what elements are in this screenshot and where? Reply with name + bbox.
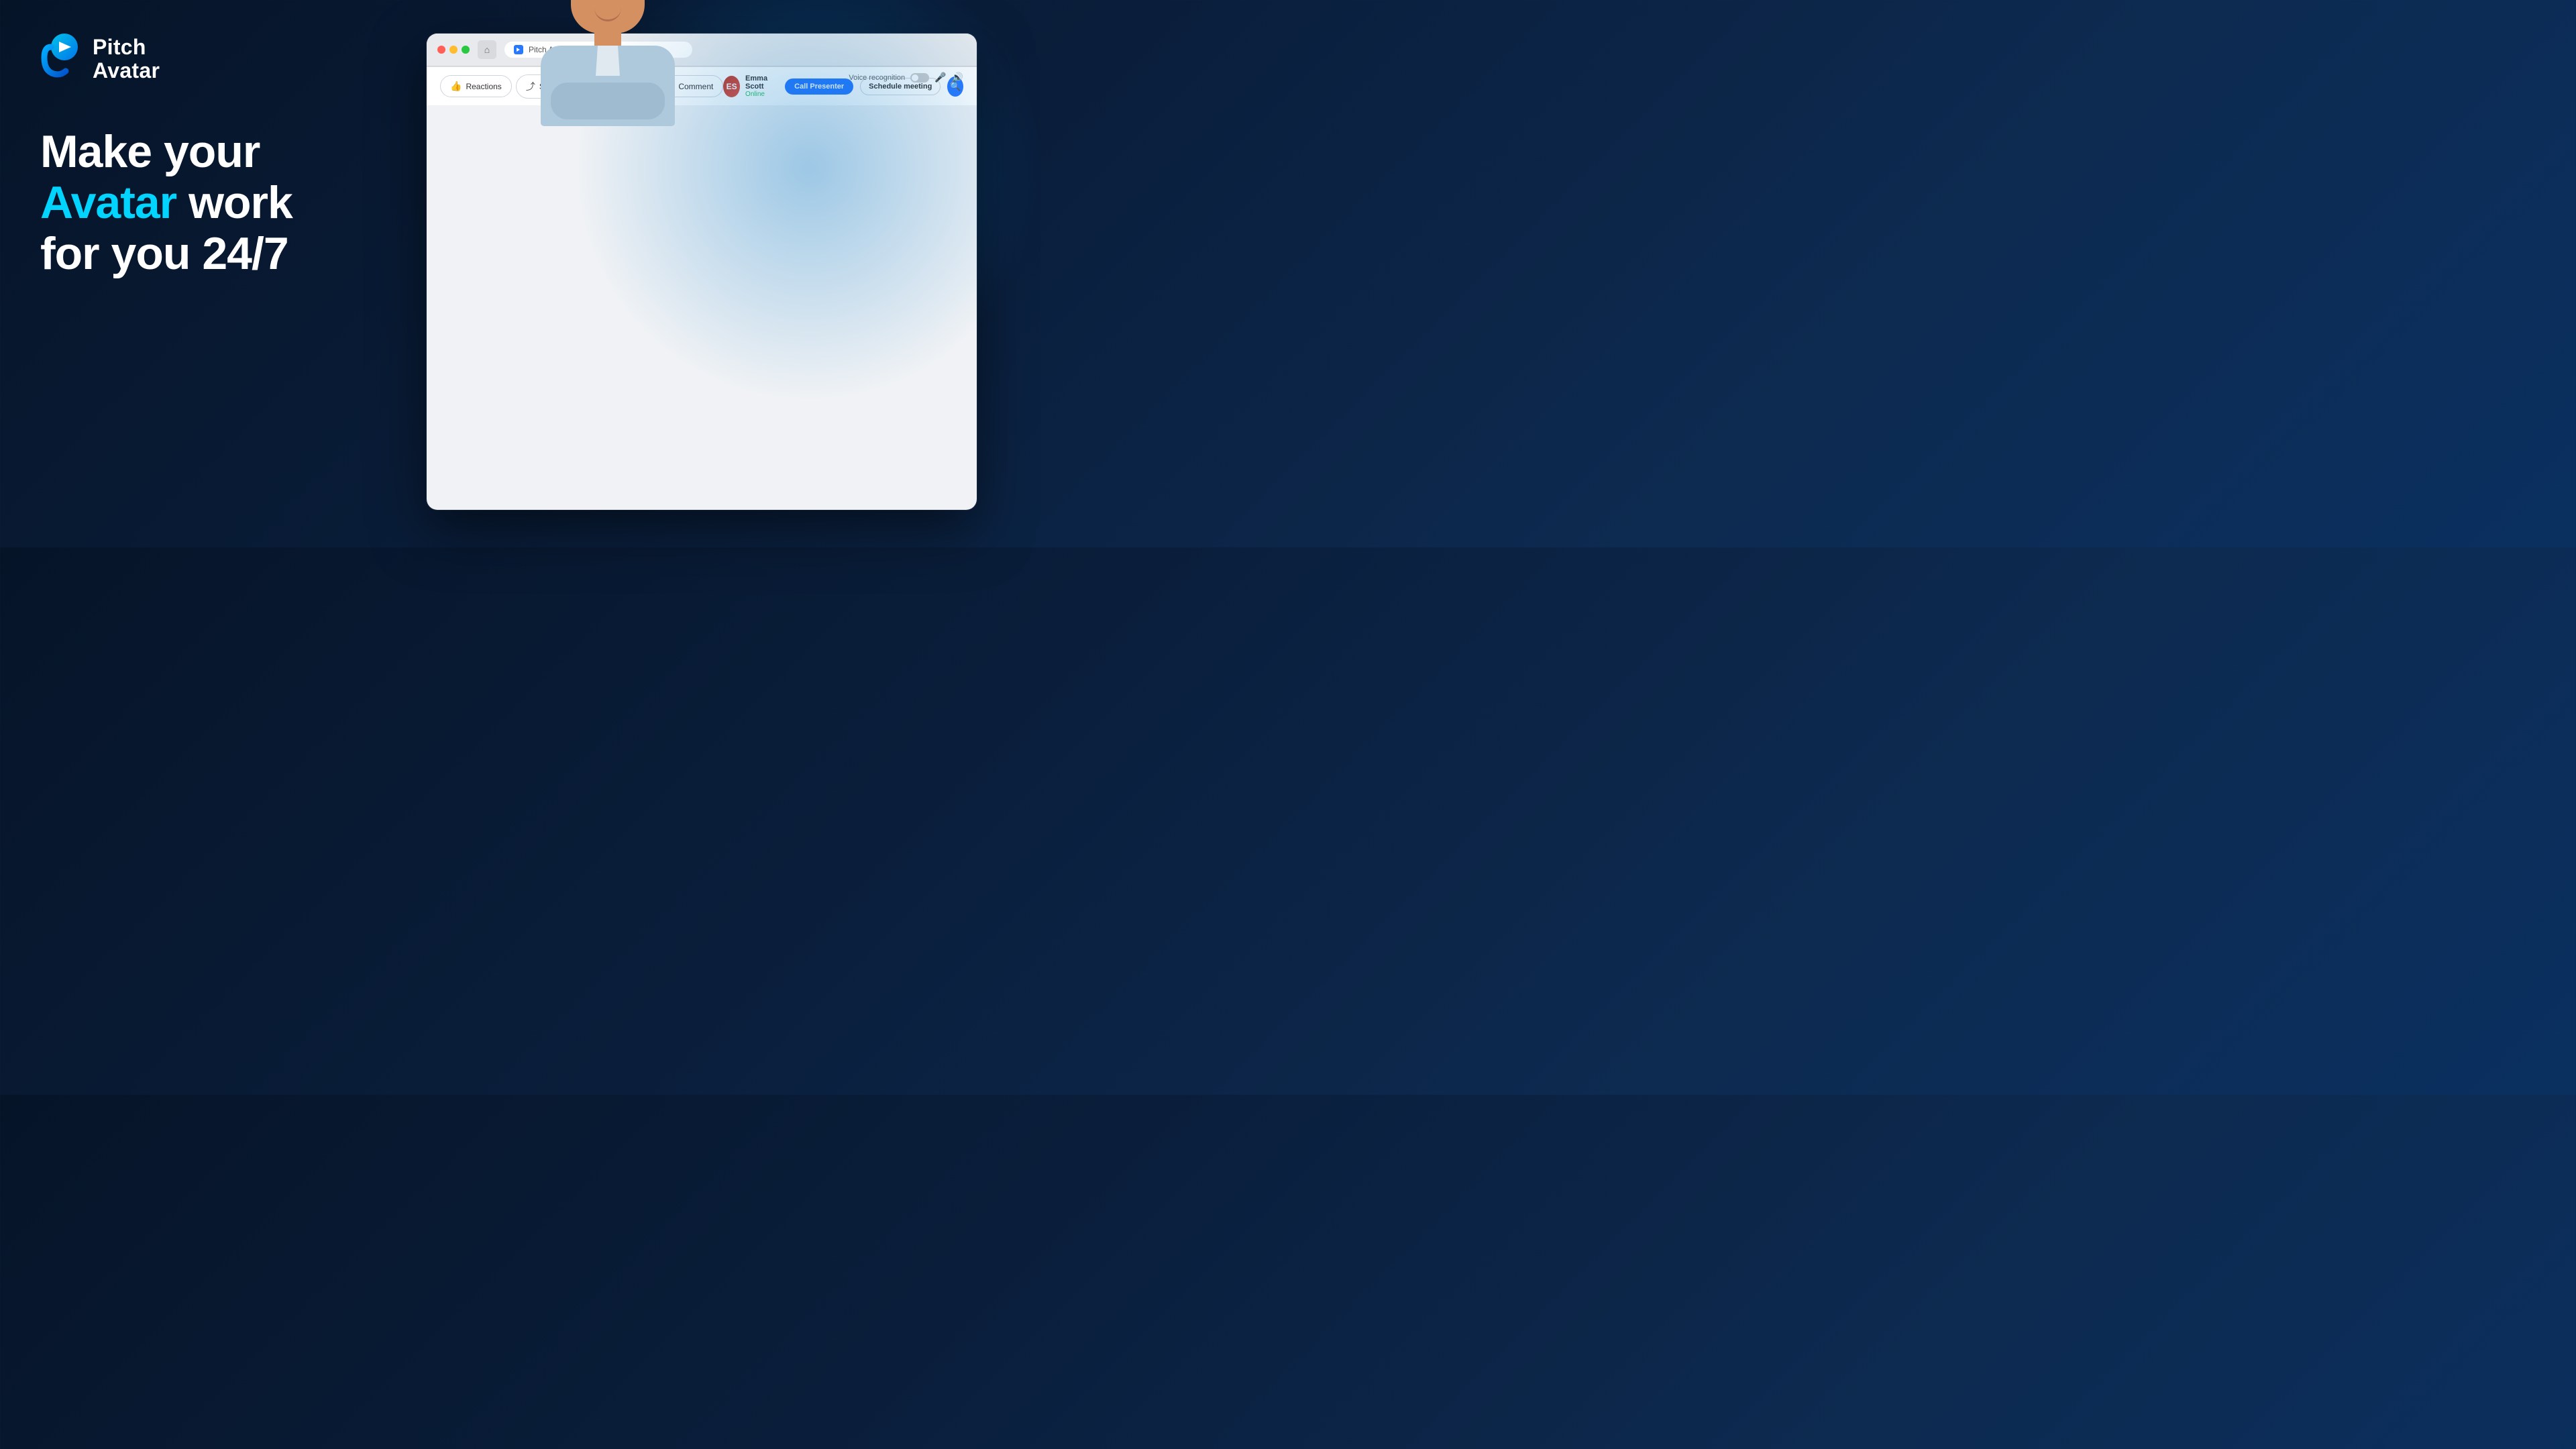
avatar-face bbox=[571, 0, 645, 34]
user-info: ES Emma Scott Online bbox=[723, 74, 778, 98]
browser-home-button[interactable]: ⌂ bbox=[478, 40, 496, 59]
avatar-smile bbox=[594, 8, 621, 21]
browser-chrome: ⌂ Pitch Av... bbox=[427, 34, 977, 66]
voice-recognition-area: Voice recognition 🎤 🔊 bbox=[849, 72, 963, 83]
window-dot-yellow bbox=[449, 46, 458, 54]
share-slides-label: Share slides bbox=[539, 82, 584, 91]
faq-icon: ? bbox=[608, 81, 619, 92]
logo-name-line2: Avatar bbox=[93, 59, 160, 83]
logo-area: Pitch Avatar bbox=[40, 32, 416, 86]
reactions-label: Reactions bbox=[466, 82, 501, 91]
address-bar-text: Pitch Av... bbox=[529, 45, 564, 54]
headline: Make your Avatar work for you 24/7 bbox=[40, 126, 416, 279]
headline-line2: Avatar work bbox=[40, 177, 416, 228]
headline-highlight: Avatar bbox=[40, 177, 176, 228]
user-avatar-photo: ES bbox=[723, 76, 740, 97]
pitch-avatar-logo-icon bbox=[40, 32, 83, 86]
window-dot-green bbox=[462, 46, 470, 54]
share-slides-button[interactable]: ⤴ Share slides bbox=[516, 74, 594, 99]
favicon bbox=[514, 45, 523, 54]
browser-content-wrapper: Voice recognition 🎤 🔊 bbox=[427, 66, 977, 510]
comment-label: Comment bbox=[678, 82, 713, 91]
logo-text: Pitch Avatar bbox=[93, 36, 160, 83]
headline-line1: Make your bbox=[40, 126, 416, 177]
browser-window: ⌂ Pitch Av... Voice recognition 🎤 🔊 bbox=[427, 34, 977, 510]
headline-work: work bbox=[189, 177, 292, 228]
right-panel: ⌂ Pitch Av... Voice recognition 🎤 🔊 bbox=[427, 34, 977, 510]
faq-button[interactable]: ? FAQ bbox=[598, 76, 649, 97]
thumbs-up-icon: 👍 bbox=[450, 80, 462, 92]
share-icon: ⤴ bbox=[526, 80, 535, 93]
favicon-play bbox=[517, 48, 521, 52]
comment-icon: 💬 bbox=[663, 80, 674, 92]
user-status: Online bbox=[745, 91, 778, 98]
user-avatar: ES bbox=[723, 76, 740, 97]
bottom-action-buttons: 👍 Reactions ⤴ Share slides ? FAQ 💬 Comme… bbox=[440, 74, 723, 99]
left-panel: Pitch Avatar Make your Avatar work for y… bbox=[0, 0, 456, 547]
browser-window-controls bbox=[437, 46, 470, 54]
browser-address-bar[interactable]: Pitch Av... bbox=[504, 42, 692, 58]
voice-recognition-label: Voice recognition bbox=[849, 74, 905, 82]
faq-label: FAQ bbox=[623, 82, 639, 91]
headline-line3: for you 24/7 bbox=[40, 228, 416, 279]
voice-recognition-toggle[interactable] bbox=[910, 73, 929, 83]
comment-button[interactable]: 💬 Comment bbox=[653, 75, 723, 97]
call-presenter-button[interactable]: Call Presenter bbox=[785, 78, 853, 95]
reactions-button[interactable]: 👍 Reactions bbox=[440, 75, 512, 97]
volume-icon: 🔊 bbox=[952, 72, 963, 83]
logo-name-line1: Pitch bbox=[93, 36, 160, 59]
window-dot-red bbox=[437, 46, 445, 54]
user-details: Emma Scott Online bbox=[745, 74, 778, 98]
avatar-head bbox=[568, 0, 648, 34]
mic-icon: 🎤 bbox=[934, 72, 946, 83]
user-name: Emma Scott bbox=[745, 74, 778, 91]
